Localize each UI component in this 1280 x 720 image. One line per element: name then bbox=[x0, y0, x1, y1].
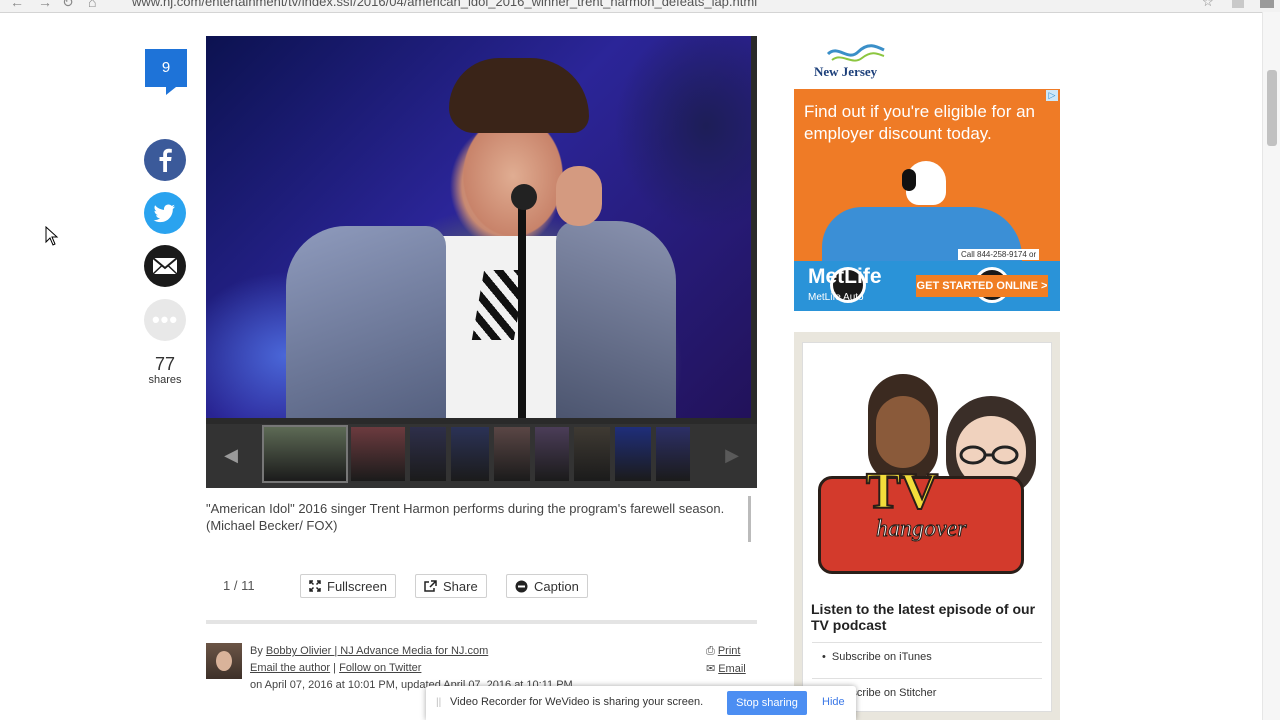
address-bar[interactable]: www.nj.com/entertainment/tv/index.ssf/20… bbox=[132, 0, 757, 9]
adchoices-icon[interactable]: ▷ bbox=[1046, 90, 1058, 101]
email-article-link[interactable]: ✉ Email bbox=[706, 662, 746, 675]
browser-toolbar: ← → ↻ ⌂ www.nj.com/entertainment/tv/inde… bbox=[0, 0, 1280, 13]
ad-phone: Call 844-258-9174 or bbox=[958, 249, 1040, 260]
singer-jacket-right bbox=[556, 221, 676, 418]
fullscreen-label: Fullscreen bbox=[327, 578, 387, 594]
logo-text: New Jersey bbox=[814, 64, 878, 79]
forward-icon[interactable]: → bbox=[38, 0, 52, 10]
page-scrollbar[interactable] bbox=[1262, 12, 1280, 720]
twitter-share-button[interactable] bbox=[144, 192, 186, 234]
byline-prefix: By bbox=[250, 645, 263, 657]
more-icon: ••• bbox=[151, 307, 179, 332]
share-icon bbox=[424, 580, 437, 592]
email-author-link[interactable]: Email the author bbox=[250, 662, 330, 674]
print-link[interactable]: ⎙ Print bbox=[706, 645, 740, 658]
podcast-title: Listen to the latest episode of our TV p… bbox=[811, 601, 1036, 633]
hangover-text: hangover bbox=[876, 516, 968, 543]
microphone bbox=[511, 184, 537, 210]
tv-hangover-logo[interactable]: TV hangover bbox=[818, 366, 1042, 588]
gallery-thumbnail[interactable] bbox=[351, 427, 405, 481]
fullscreen-icon bbox=[309, 580, 321, 592]
screen-share-notification: || Video Recorder for WeVideo is sharing… bbox=[426, 686, 856, 720]
minus-circle-icon bbox=[515, 580, 528, 592]
caption-toggle-label: Caption bbox=[534, 578, 579, 594]
section-divider bbox=[206, 620, 757, 624]
twitter-icon bbox=[153, 204, 175, 223]
singer-hand bbox=[556, 166, 602, 226]
gallery-thumbnail[interactable] bbox=[574, 427, 610, 481]
host-one-face bbox=[876, 396, 930, 468]
byline-separator: | bbox=[333, 662, 337, 674]
caption-scrollbar[interactable] bbox=[748, 496, 751, 542]
gallery-prev-button[interactable]: ◀ bbox=[211, 440, 251, 470]
gallery-thumbnail[interactable] bbox=[410, 427, 446, 481]
waves-icon bbox=[826, 44, 885, 62]
ad-sub-brand: MetLife Auto bbox=[808, 292, 864, 303]
email-forward-icon: ✉ bbox=[706, 663, 716, 675]
author-link[interactable]: Bobby Olivier | NJ Advance Media for NJ.… bbox=[266, 645, 488, 657]
gallery-counter: 1 / 11 bbox=[223, 578, 255, 593]
subscribe-itunes-label: Subscribe on iTunes bbox=[831, 651, 932, 663]
share-count-label: shares bbox=[148, 374, 182, 386]
singer-hair bbox=[449, 58, 589, 133]
gallery-thumbnail[interactable] bbox=[656, 427, 690, 481]
tv-text: TV bbox=[865, 462, 939, 521]
scrollbar-thumb[interactable] bbox=[1267, 70, 1277, 146]
mic-stand bbox=[518, 206, 526, 418]
email-label: Email bbox=[718, 663, 746, 675]
follow-twitter-link[interactable]: Follow on Twitter bbox=[339, 662, 421, 674]
email-icon bbox=[152, 257, 178, 275]
stop-sharing-button[interactable]: Stop sharing bbox=[727, 691, 807, 715]
hide-button[interactable]: Hide bbox=[822, 696, 845, 708]
byline-author: By Bobby Olivier | NJ Advance Media for … bbox=[250, 645, 488, 657]
caption-toggle-button[interactable]: Caption bbox=[506, 574, 588, 598]
metlife-advertisement[interactable]: Find out if you're eligible for an emplo… bbox=[794, 89, 1060, 311]
byline-contact: Email the author | Follow on Twitter bbox=[250, 662, 421, 674]
bookmark-star-icon[interactable]: ☆ bbox=[1202, 0, 1214, 10]
share-button[interactable]: Share bbox=[415, 574, 487, 598]
drag-handle-icon[interactable]: || bbox=[436, 697, 441, 708]
gallery-thumbnail[interactable] bbox=[494, 427, 530, 481]
photo-caption: "American Idol" 2016 singer Trent Harmon… bbox=[206, 501, 725, 533]
reload-icon[interactable]: ↻ bbox=[62, 0, 74, 11]
facebook-share-button[interactable] bbox=[144, 139, 186, 181]
singer-jacket-left bbox=[286, 226, 446, 418]
email-share-button[interactable] bbox=[144, 245, 186, 287]
glasses-icon bbox=[959, 445, 1019, 465]
author-avatar[interactable] bbox=[206, 643, 242, 679]
fullscreen-button[interactable]: Fullscreen bbox=[300, 574, 396, 598]
printer-icon: ⎙ bbox=[706, 645, 715, 657]
home-icon[interactable]: ⌂ bbox=[88, 0, 96, 10]
back-icon[interactable]: ← bbox=[10, 0, 24, 10]
extension-icon[interactable] bbox=[1232, 0, 1244, 8]
gallery-thumbnail[interactable] bbox=[451, 427, 489, 481]
gallery-thumbnail[interactable] bbox=[535, 427, 569, 481]
gallery-next-button[interactable]: ▶ bbox=[712, 440, 752, 470]
mouse-cursor-icon bbox=[45, 226, 59, 246]
ad-cta-button[interactable]: GET STARTED ONLINE > bbox=[916, 275, 1048, 297]
share-count: 77 bbox=[154, 354, 176, 374]
comment-count-badge[interactable]: 9 bbox=[145, 49, 187, 95]
ad-brand: MetLife bbox=[808, 265, 882, 288]
ad-snoopy-ear bbox=[902, 169, 916, 191]
gallery-thumbnail[interactable] bbox=[262, 425, 348, 483]
gallery-main-photo[interactable] bbox=[206, 36, 751, 418]
gallery-thumbnail[interactable] bbox=[615, 427, 651, 481]
photo-gallery: ◀ ▶ bbox=[206, 36, 757, 488]
ad-headline: Find out if you're eligible for an emplo… bbox=[804, 102, 1035, 143]
facebook-icon bbox=[159, 148, 172, 172]
share-message: Video Recorder for WeVideo is sharing yo… bbox=[450, 696, 704, 708]
subscribe-itunes-link[interactable]: • Subscribe on iTunes bbox=[812, 642, 1042, 663]
share-label: Share bbox=[443, 578, 478, 594]
new-jersey-logo[interactable]: New Jersey bbox=[812, 42, 892, 82]
more-share-button[interactable]: ••• bbox=[144, 299, 186, 341]
menu-icon[interactable] bbox=[1260, 0, 1274, 8]
print-label: Print bbox=[717, 645, 741, 657]
